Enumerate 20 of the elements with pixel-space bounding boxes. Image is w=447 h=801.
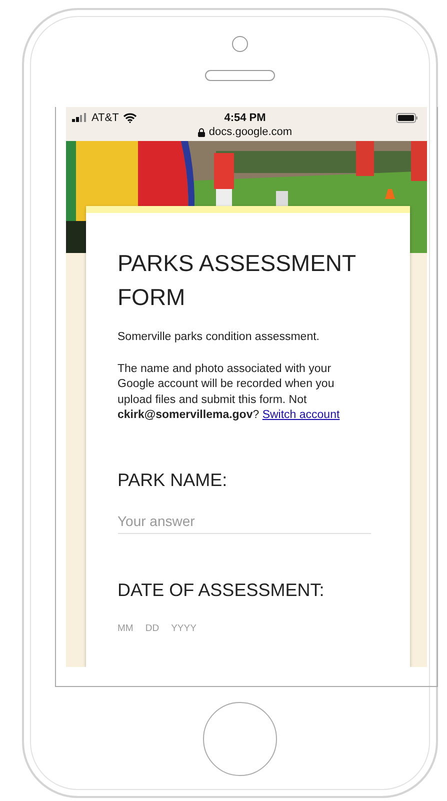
- question-label: DATE OF ASSESSMENT:: [118, 580, 326, 600]
- form-description: Somerville parks condition assessment.: [118, 330, 320, 345]
- answer-field[interactable]: Your answer: [118, 510, 370, 534]
- date-part-label: MM: [118, 622, 134, 634]
- camera-icon: [232, 36, 248, 52]
- signal-icon: [72, 113, 88, 122]
- lock-icon: [198, 128, 205, 136]
- battery-icon: [396, 112, 418, 122]
- home-button[interactable]: [203, 702, 277, 776]
- question-label: PARK NAME:: [118, 470, 228, 490]
- carrier-name: AT&T: [92, 112, 119, 124]
- date-part-label: DD: [145, 622, 160, 634]
- speaker-icon: [205, 70, 275, 81]
- wifi-icon: [122, 112, 137, 122]
- switch-account-link[interactable]: Switch account: [262, 409, 340, 421]
- account-notice: The name and photo associated with your Google account will be recorded when you upload files and submit this form. Not ckirk@somervillema.gov? Switch account: [118, 362, 341, 423]
- clock-time: 4:54 PM: [224, 112, 266, 124]
- url-text[interactable]: docs.google.com: [208, 126, 292, 138]
- date-part-label: YYYY: [171, 622, 196, 634]
- form-title: PARKS ASSESSMENT FORM: [118, 249, 357, 312]
